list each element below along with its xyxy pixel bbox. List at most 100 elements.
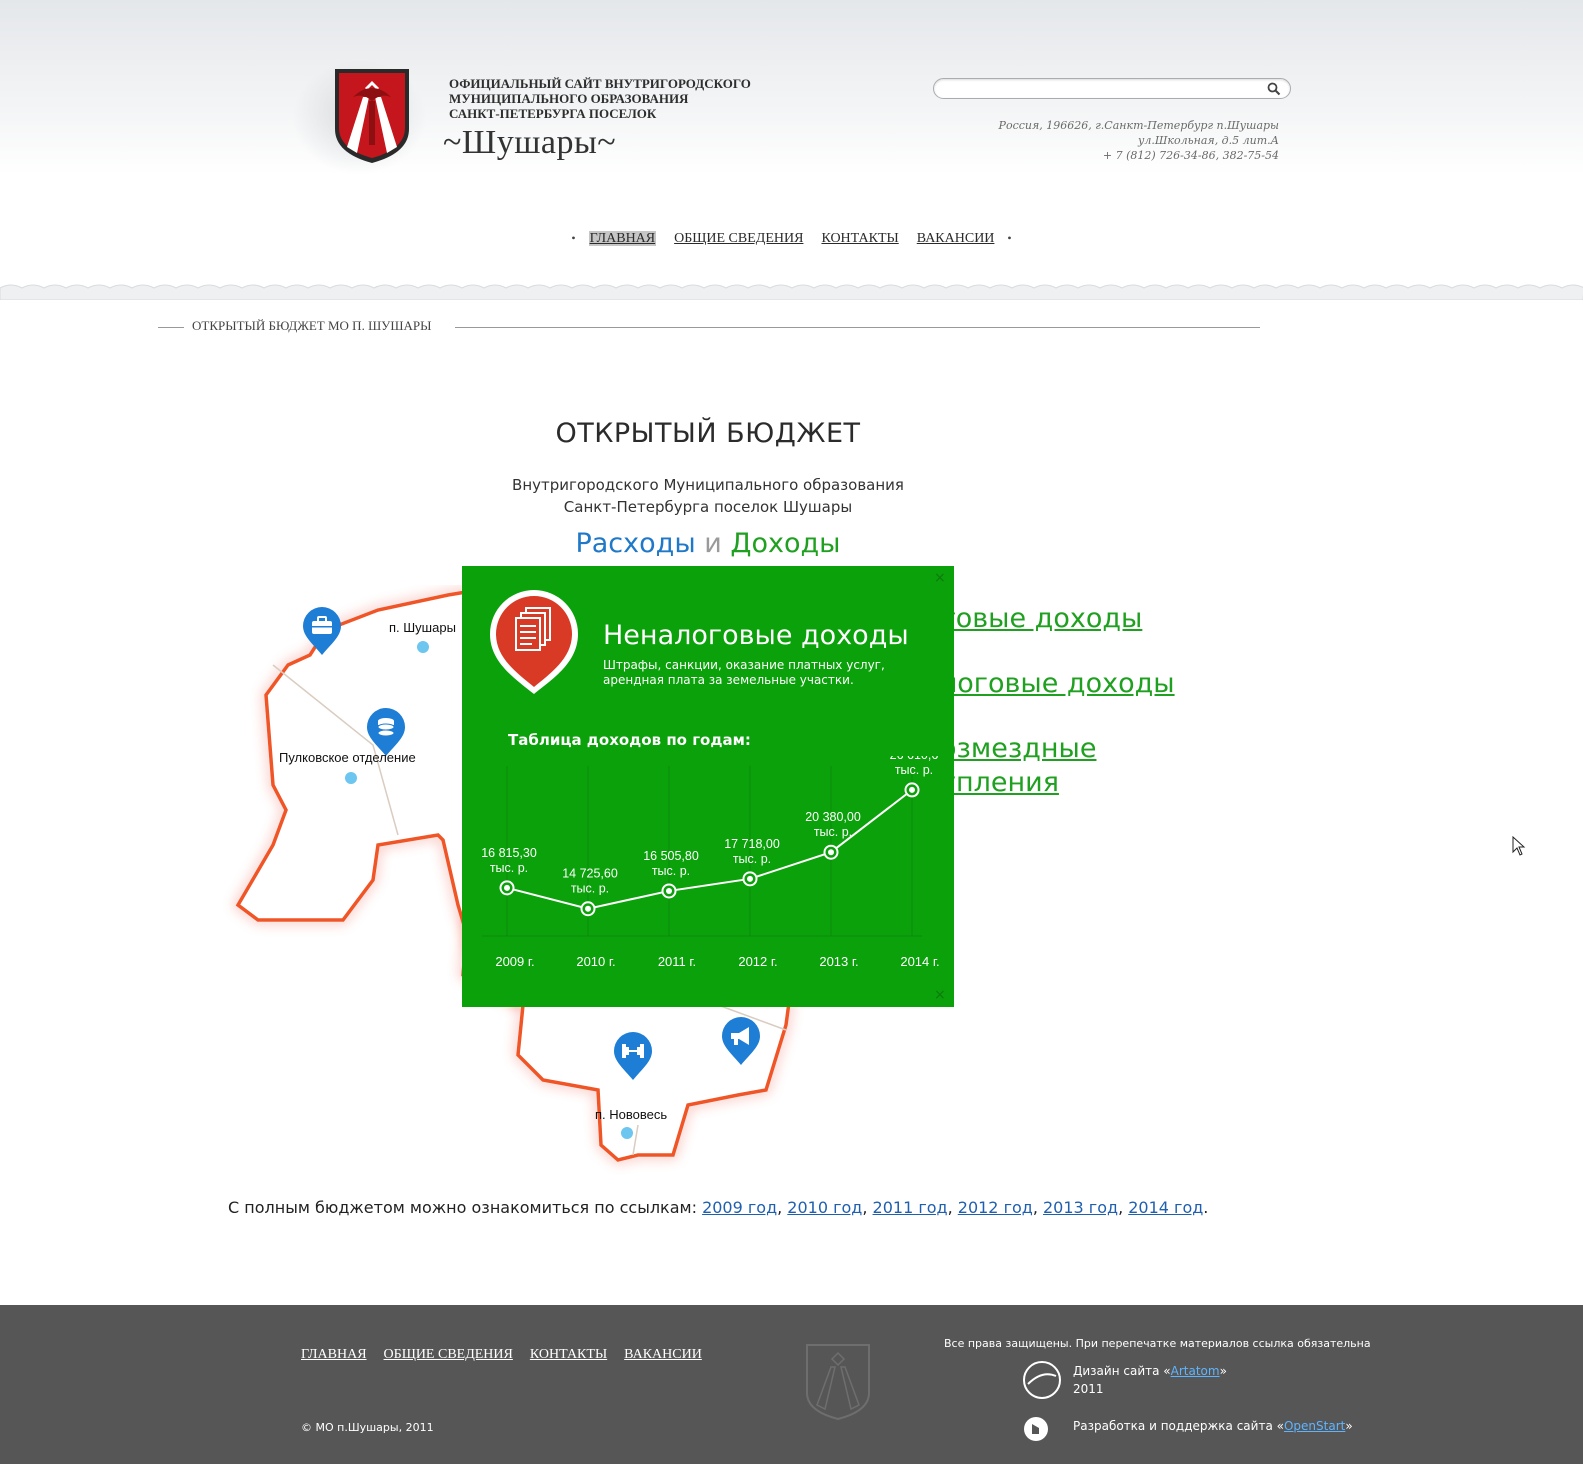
budget-link-2009[interactable]: 2009 год [702,1198,777,1217]
search-icon[interactable] [1267,82,1281,96]
openstart-logo-icon[interactable] [1023,1416,1049,1442]
expenses-tab[interactable]: Расходы [575,528,695,559]
divider-line [158,327,184,328]
income-category-link[interactable]: озмездные упления [940,732,1096,800]
chart-point-center [909,786,915,793]
breadcrumb: Открытый бюджет МО п. Шушары [192,318,432,333]
nav-item-contacts[interactable]: Контакты [821,231,898,246]
chart-value-label: 14 725,60 [562,867,618,881]
chart-point-center [747,875,753,882]
search-input[interactable] [944,81,1254,97]
map-label-pulkovo: Пулковское отделение [279,750,416,765]
briefcase-pin-icon[interactable] [302,607,342,657]
footer-nav-vacancies[interactable]: Вакансии [624,1347,702,1362]
artatom-logo-icon[interactable] [1022,1360,1062,1400]
switcher-conjunction: и [704,528,722,559]
chart-unit-label: тыс. р. [652,864,690,878]
documents-icon [490,590,578,694]
nav-item-home[interactable]: Главная [588,231,657,246]
chart-x-tick-label: 2013 г. [819,954,858,969]
chart-value-label: 20 380,00 [805,810,861,824]
site-name: ~Шушары~ [443,124,617,161]
income-chart: 16 815,30тыс. р.2009 г.14 725,60тыс. р.2… [481,756,939,969]
coat-of-arms-logo[interactable] [333,67,411,165]
footer-nav-contacts[interactable]: Контакты [530,1347,607,1362]
nav-bullet: • [571,231,576,245]
map-label-novoves: п. Нововесь [595,1107,668,1122]
footer-dev-credit: Разработка и поддержка сайта «OpenStart» [1073,1419,1353,1433]
chart-value-label: 16 505,80 [643,849,699,863]
nav-item-about[interactable]: Общие сведения [674,231,803,246]
chart-value-label: 17 718,00 [724,837,780,851]
chart-unit-label: тыс. р. [733,852,771,866]
site-header: Официальный сайт внутригородского муници… [0,0,1583,300]
chart-point-center [504,884,510,891]
footer-nav: Главная Общие сведения Контакты Вакансии [301,1347,719,1363]
footer-nav-home[interactable]: Главная [301,1347,367,1362]
income-tab[interactable]: Доходы [730,528,840,559]
chart-unit-label: тыс. р. [895,763,933,777]
budget-link-2012[interactable]: 2012 год [958,1198,1033,1217]
contact-info: Россия, 196626, г.Санкт-Петербург п.Шуша… [880,118,1279,163]
nav-bullet: • [1007,231,1012,245]
chart-unit-label: тыс. р. [571,882,609,896]
dev-credit-text: Разработка и поддержка сайта « [1073,1419,1284,1433]
chart-x-tick-label: 2014 г. [900,954,939,969]
location-dot [345,772,357,784]
chart-unit-label: тыс. р. [490,861,528,875]
map-label-shushary: п. Шушары [389,620,456,635]
full-budget-links: С полным бюджетом можно ознакомиться по … [228,1198,1209,1217]
chart-unit-label: тыс. р. [814,825,852,839]
chart-value-label: 26 610,6 [890,756,939,762]
design-year: 2011 [1073,1382,1104,1396]
budget-link-2014[interactable]: 2014 год [1128,1198,1203,1217]
main-nav: • Главная Общие сведения Контакты Вакансии • [0,231,1583,247]
location-dot [417,641,429,653]
popup-description: Штрафы, санкции, оказание платных услуг,… [603,658,885,687]
design-credit-text: Дизайн сайта « [1073,1364,1171,1378]
chart-point-center [828,849,834,856]
design-credit-text: » [1219,1364,1227,1378]
location-dot [621,1127,633,1139]
footer-design-credit: Дизайн сайта «Artatom» 2011 [1073,1362,1227,1398]
chart-x-tick-label: 2011 г. [658,954,696,969]
address-line: Россия, 196626, г.Санкт-Петербург п.Шуша… [998,119,1279,132]
chart-x-tick-label: 2009 г. [495,954,534,969]
income-category-link[interactable]: товые доходы [940,602,1142,636]
wave-divider [0,284,1583,300]
artatom-link[interactable]: Artatom [1171,1364,1220,1378]
chart-x-tick-label: 2010 г. [576,954,615,969]
chart-value-label: 16 815,30 [481,846,537,860]
chart-series-line [506,789,913,910]
site-caption: Официальный сайт внутригородского муници… [449,76,751,121]
phone-line: + 7 (812) 726-34-86, 382-75-54 [1102,149,1279,162]
search-box[interactable] [933,78,1291,99]
close-icon[interactable]: × [934,988,946,1002]
megaphone-pin-icon[interactable] [721,1017,761,1067]
budget-switcher: Расходы и Доходы [0,528,1416,559]
close-icon[interactable]: × [934,571,946,585]
budget-link-2010[interactable]: 2010 год [787,1198,862,1217]
page-subtitle: Внутригородского Муниципального образова… [512,476,904,516]
page-title: ОТКРЫТЫЙ БЮДЖЕТ [555,418,861,449]
full-budget-text: С полным бюджетом можно ознакомиться по … [228,1198,703,1217]
divider-line [455,327,1260,328]
logo-area[interactable] [292,60,427,175]
footer-rights: Все права защищены. При перепечатке мате… [944,1337,1371,1350]
full-budget-end: . [1203,1198,1209,1217]
income-popup[interactable]: × Неналоговые доходы Штрафы, санкции, ок… [462,566,954,1007]
footer-emblem-icon [806,1344,870,1421]
mouse-cursor-icon [1512,836,1526,856]
chart-x-tick-label: 2012 г. [738,954,777,969]
chart-point-center [585,905,591,912]
footer-nav-about[interactable]: Общие сведения [384,1347,513,1362]
dumbbell-pin-icon[interactable] [613,1032,653,1082]
chart-point-center [666,887,672,894]
nav-item-vacancies[interactable]: Вакансии [917,231,995,246]
chart-title: Таблица доходов по годам: [508,731,751,749]
budget-link-2011[interactable]: 2011 год [873,1198,948,1217]
popup-title: Неналоговые доходы [603,620,909,651]
budget-link-2013[interactable]: 2013 год [1043,1198,1118,1217]
income-category-link[interactable]: логовые доходы [940,667,1175,701]
openstart-link[interactable]: OpenStart [1284,1419,1345,1433]
